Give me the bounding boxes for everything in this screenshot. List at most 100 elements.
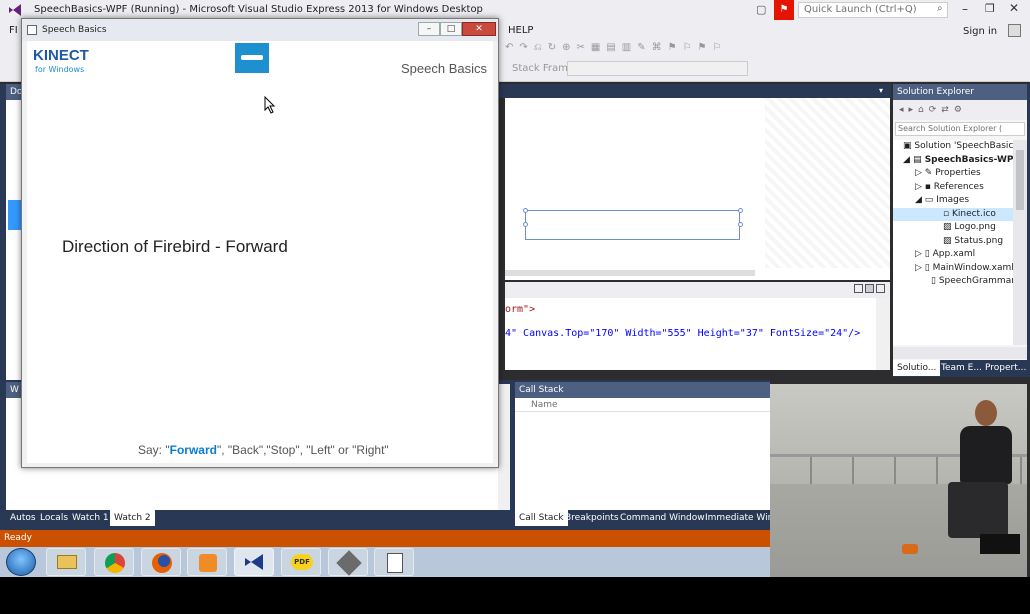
tool-icon[interactable] (328, 548, 368, 576)
minimize-button[interactable]: – (418, 22, 440, 36)
tab-locals[interactable]: Locals (36, 510, 72, 526)
chevron-right-icon[interactable]: ▷ (915, 168, 925, 178)
notepad-icon[interactable] (374, 548, 414, 576)
chevron-down-icon[interactable]: ◢ (915, 195, 925, 205)
editor-v-scrollbar[interactable] (876, 298, 890, 370)
se-v-scrollbar[interactable] (1013, 140, 1027, 345)
xaml-file-icon: ▯ (924, 262, 933, 273)
call-stack-header: Call Stack (515, 382, 770, 398)
file-explorer-icon[interactable] (46, 548, 86, 576)
designer-handle[interactable] (523, 208, 528, 213)
menu-file[interactable]: FI (9, 25, 18, 36)
say-prefix: Say: " (138, 443, 170, 457)
solution-explorer-header: Solution Explorer (893, 84, 1027, 100)
chrome-icon[interactable] (94, 548, 134, 576)
camera-person-body (960, 426, 1012, 484)
mouse-cursor-icon (264, 96, 276, 114)
split-vertical-icon[interactable] (876, 284, 885, 293)
account-icon[interactable] (1008, 24, 1021, 37)
code-line-text: 4" Canvas.Top="170" Width="555" Height="… (505, 328, 861, 339)
camera-person-legs (948, 482, 1008, 538)
tree-item-label: References (933, 181, 984, 192)
say-instruction: Say: "Forward", "Back","Stop", "Left" or… (138, 443, 389, 457)
menu-help[interactable]: HELP (508, 25, 533, 36)
xaml-designer[interactable] (505, 98, 890, 280)
tab-command-window[interactable]: Command Window (616, 510, 709, 526)
tab-team-explorer[interactable]: Team E... (937, 360, 986, 376)
tree-item-label: SpeechBasics-WPF (924, 154, 1020, 165)
designer-handle[interactable] (738, 208, 743, 213)
xaml-splitter[interactable] (505, 282, 890, 298)
chevron-right-icon[interactable]: ▷ (915, 182, 925, 192)
tree-item-status-png[interactable]: ▨ Status.png (893, 235, 1013, 249)
media-player-icon[interactable] (187, 548, 227, 576)
speech-basics-window[interactable]: Speech Basics – □ ✕ KINECT for Windows S… (21, 18, 499, 468)
folder-glyph (57, 555, 77, 569)
firefox-icon[interactable] (141, 548, 181, 576)
tree-item-references[interactable]: ▷ ▪ References (893, 181, 1013, 195)
tab-properties[interactable]: Propert... (981, 360, 1030, 376)
call-stack-body: Name (515, 398, 770, 510)
stack-frame-dropdown[interactable] (567, 61, 748, 76)
tree-item-app-xaml[interactable]: ▷ ▯ App.xaml (893, 248, 1013, 262)
se-scroll-thumb[interactable] (1016, 150, 1024, 210)
tab-watch2[interactable]: Watch 2 (110, 510, 155, 526)
project-icon: ▤ (913, 154, 925, 165)
kinect-logo-text: KINECT (33, 47, 89, 64)
visual-studio-icon[interactable] (234, 548, 274, 576)
tab-immediate-window[interactable]: Immediate Wind (701, 510, 770, 526)
tab-solution-explorer[interactable]: Solutio... (893, 360, 941, 376)
se-search-input[interactable]: Search Solution Explorer ( (895, 122, 1025, 136)
tree-item-kinect-ico[interactable]: ▫ Kinect.ico (893, 207, 1013, 221)
kinect-sensor-icon (235, 43, 269, 73)
pdf-reader-icon[interactable]: PDF (281, 548, 321, 576)
call-stack-column-header[interactable]: Name (515, 398, 770, 412)
tab-call-stack[interactable]: Call Stack (515, 510, 568, 526)
maximize-button[interactable]: □ (440, 22, 462, 36)
chevron-right-icon[interactable]: ▷ (915, 249, 925, 259)
sign-in-link[interactable]: Sign in (963, 26, 997, 37)
close-button[interactable]: ✕ (1009, 1, 1019, 15)
chevron-down-icon[interactable]: ◢ (903, 155, 913, 165)
tree-item-speechgrammar-xml[interactable]: ▯ SpeechGrammar.xml (893, 275, 1030, 289)
tab-autos[interactable]: Autos (6, 510, 40, 526)
split-horizontal-icon[interactable] (865, 284, 874, 293)
tree-item-mainwindow-xaml[interactable]: ▷ ▯ MainWindow.xaml (893, 262, 1014, 276)
quick-launch-input[interactable]: Quick Launch (Ctrl+Q) (798, 2, 948, 18)
watch-panel-scrollbar[interactable] (498, 384, 510, 510)
start-orb-icon[interactable] (6, 548, 36, 576)
flag-icon[interactable]: ⚑ (774, 0, 794, 20)
tab-watch1[interactable]: Watch 1 (68, 510, 113, 526)
chevron-down-icon[interactable]: ▾ (879, 86, 883, 95)
split-view-icon[interactable] (854, 284, 863, 293)
search-icon[interactable]: ⌕ (937, 3, 943, 14)
status-bar: Ready (0, 530, 770, 547)
xml-file-icon: ▯ (931, 276, 939, 286)
se-h-scrollbar[interactable] (893, 347, 1027, 359)
tree-item-solution[interactable]: ▣ Solution 'SpeechBasics-WP (893, 140, 1030, 154)
minimize-button[interactable]: – (962, 2, 968, 16)
restore-button[interactable]: ❐ (985, 2, 995, 15)
chevron-right-icon[interactable]: ▷ (915, 263, 925, 273)
folder-icon: ▭ (924, 195, 937, 205)
tree-item-project[interactable]: ◢ ▤ SpeechBasics-WPF (893, 154, 1020, 168)
notification-icon[interactable]: ▢ (756, 3, 768, 16)
designer-selected-element[interactable] (525, 210, 740, 240)
tab-breakpoints[interactable]: Breakpoints (561, 510, 623, 526)
tree-item-label: MainWindow.xaml (932, 262, 1014, 273)
designer-h-scrollbar[interactable] (505, 270, 755, 276)
tree-item-images[interactable]: ◢ ▭ Images (893, 194, 1013, 208)
designer-handle[interactable] (523, 222, 528, 227)
tree-item-label: App.xaml (932, 249, 976, 259)
xaml-code-editor[interactable]: orm"> 4" Canvas.Top="170" Width="555" He… (505, 298, 890, 370)
xaml-file-icon: ▯ (924, 249, 933, 259)
tree-item-logo-png[interactable]: ▨ Logo.png (893, 221, 1013, 235)
designer-handle[interactable] (738, 222, 743, 227)
tree-item-properties[interactable]: ▷ ✎ Properties (893, 167, 1013, 181)
speech-window-titlebar[interactable]: Speech Basics – □ ✕ (22, 19, 498, 41)
speech-header: Speech Basics (401, 61, 487, 76)
status-text: Ready (4, 533, 32, 543)
bottom-right-tabs: Call Stack Breakpoints Command Window Im… (515, 510, 770, 527)
close-button[interactable]: ✕ (462, 22, 496, 36)
say-rest: ", "Back","Stop", "Left" or "Right" (216, 443, 389, 457)
